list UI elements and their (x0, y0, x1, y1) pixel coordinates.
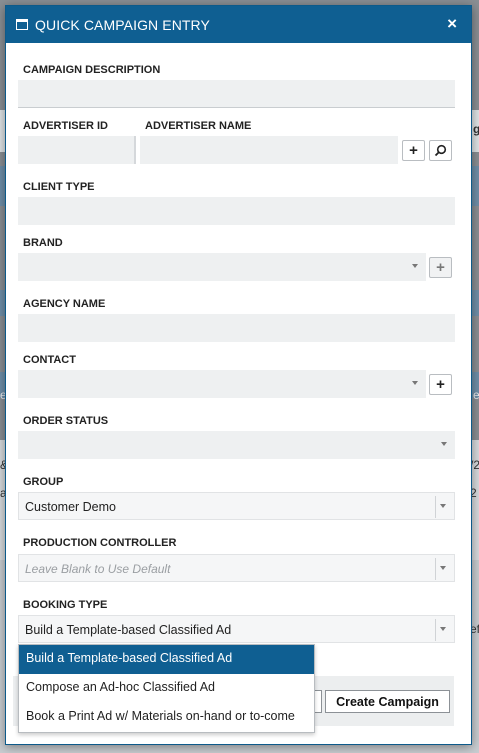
advertiser-name-input[interactable] (140, 136, 398, 164)
chevron-down-icon (441, 442, 447, 446)
campaign-description-label: CAMPAIGN DESCRIPTION (23, 64, 161, 76)
production-controller-placeholder: Leave Blank to Use Default (25, 562, 171, 576)
add-brand-button[interactable]: + (429, 257, 452, 278)
create-campaign-button[interactable]: Create Campaign (325, 690, 450, 713)
chevron-down-icon (412, 264, 418, 268)
background-text: g (473, 122, 479, 136)
order-status-label: ORDER STATUS (23, 415, 109, 427)
order-status-select[interactable] (18, 431, 455, 459)
add-advertiser-button[interactable]: + (402, 140, 425, 161)
chevron-down-icon (412, 381, 418, 385)
dialog-title: QUICK CAMPAIGN ENTRY (35, 17, 210, 33)
window-icon (16, 19, 28, 30)
campaign-description-input[interactable] (18, 80, 455, 108)
dropdown-option[interactable]: Build a Template-based Classified Ad (19, 645, 314, 674)
select-divider (435, 496, 436, 518)
group-value: Customer Demo (25, 500, 116, 514)
contact-label: CONTACT (23, 354, 76, 366)
group-label: GROUP (23, 476, 64, 488)
agency-name-label: AGENCY NAME (23, 298, 106, 310)
brand-select[interactable] (18, 253, 426, 281)
select-divider (435, 558, 436, 580)
brand-label: BRAND (23, 237, 63, 249)
agency-name-input[interactable] (18, 314, 455, 342)
background-text: e (473, 388, 479, 402)
select-divider (435, 619, 436, 641)
chevron-down-icon (440, 504, 446, 508)
production-controller-select[interactable]: Leave Blank to Use Default (18, 554, 455, 582)
dropdown-option[interactable]: Book a Print Ad w/ Materials on-hand or … (19, 703, 314, 732)
booking-type-label: BOOKING TYPE (23, 599, 108, 611)
client-type-label: CLIENT TYPE (23, 181, 95, 193)
booking-type-value: Build a Template-based Classified Ad (25, 623, 232, 637)
contact-select[interactable] (18, 370, 426, 398)
add-contact-button[interactable]: + (429, 374, 452, 395)
production-controller-label: PRODUCTION CONTROLLER (23, 537, 177, 549)
dialog-titlebar: QUICK CAMPAIGN ENTRY × (6, 6, 471, 43)
group-select[interactable]: Customer Demo (18, 492, 455, 520)
advertiser-id-input[interactable] (18, 136, 136, 164)
advertiser-name-label: ADVERTISER NAME (145, 120, 252, 132)
chevron-down-icon (440, 566, 446, 570)
search-advertiser-button[interactable] (429, 140, 452, 161)
close-button[interactable]: × (447, 15, 457, 32)
advertiser-id-label: ADVERTISER ID (23, 120, 108, 132)
booking-type-dropdown: Build a Template-based Classified Ad Com… (18, 644, 315, 733)
chevron-down-icon (440, 627, 446, 631)
booking-type-select[interactable]: Build a Template-based Classified Ad (18, 615, 455, 643)
client-type-input[interactable] (18, 197, 455, 225)
dropdown-option[interactable]: Compose an Ad-hoc Classified Ad (19, 674, 314, 703)
search-icon (434, 144, 447, 157)
